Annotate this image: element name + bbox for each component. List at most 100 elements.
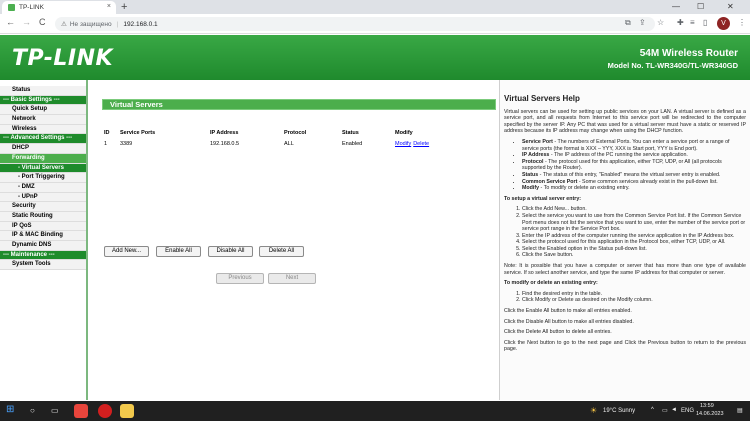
new-tab-button[interactable]: + <box>121 0 127 14</box>
delete-link[interactable]: Delete <box>413 141 429 147</box>
reading-list-icon[interactable]: ≡ <box>690 18 695 27</box>
tray-chevron-icon[interactable]: ^ <box>651 407 654 413</box>
add-new-button[interactable]: Add New... <box>104 246 149 257</box>
help-title: Virtual Servers Help <box>504 94 580 103</box>
translate-icon[interactable]: ⧉ <box>625 18 631 28</box>
clock-date[interactable]: 14.06.2023 <box>696 411 724 417</box>
cell-service-ports: 3389 <box>120 141 133 147</box>
help-modify-steps: Find the desired entry in the table. Cli… <box>504 291 746 304</box>
tplink-logo: TP-LINK <box>12 46 114 71</box>
warning-icon: ⚠ <box>61 21 67 28</box>
address-bar[interactable]: ⚠ Не защищено | 192.168.0.1 <box>55 17 655 31</box>
sidebar-item-dynamic-dns[interactable]: Dynamic DNS <box>0 241 86 251</box>
tplink-favicon-icon <box>8 4 15 11</box>
help-modify-title: To modify or delete an existing entry: <box>504 280 598 287</box>
share-icon[interactable]: ⇪ <box>639 18 646 27</box>
profile-avatar[interactable]: V <box>717 17 730 30</box>
cell-ip-address: 192.168.0.5 <box>210 141 240 147</box>
sidebar-item-static-routing[interactable]: Static Routing <box>0 211 86 222</box>
sidebar-item-upnp[interactable]: - UPnP <box>0 192 86 203</box>
tab-close-icon[interactable]: × <box>107 3 111 10</box>
reload-button[interactable]: C <box>39 17 46 27</box>
not-secure-label: Не защищено <box>69 20 112 28</box>
help-intro: Virtual servers can be used for setting … <box>504 108 746 135</box>
windows-taskbar: ⊞ ○ ▭ ☀ 19°C Sunny ^ ▭ ◄ ENG 13:59 14.06… <box>0 401 750 421</box>
notification-icon[interactable]: ▤ <box>737 407 743 414</box>
help-def-item: Protocol - The protocol used for this ap… <box>522 159 746 172</box>
weather-sun-icon: ☀ <box>590 406 598 415</box>
network-icon[interactable]: ▭ <box>662 407 668 414</box>
help-def-item: Service Port - The numbers of External P… <box>522 139 746 152</box>
bookmark-star-icon[interactable]: ☆ <box>657 18 664 27</box>
column-header-service-ports: Service Ports <box>120 130 156 136</box>
table-row: 1 3389 192.168.0.5 ALL Enabled Modify Del… <box>104 138 455 150</box>
cell-protocol: ALL <box>284 141 294 147</box>
minimize-button[interactable]: — <box>672 0 680 14</box>
windows-start-icon[interactable]: ⊞ <box>6 404 14 415</box>
cell-modify: Modify Delete <box>395 138 455 150</box>
sidebar: Status --- Basic Settings --- Quick Setu… <box>0 80 88 400</box>
browser-toolbar: ← → C ⚠ Не защищено | 192.168.0.1 ⧉ ⇪ ☆ … <box>0 14 750 34</box>
file-explorer-taskbar-icon[interactable] <box>120 404 134 418</box>
weather-text[interactable]: 19°C Sunny <box>603 408 635 414</box>
column-header-protocol: Protocol <box>284 130 307 136</box>
menu-kebab-icon[interactable]: ⋮ <box>738 18 746 27</box>
task-view-icon[interactable]: ▭ <box>51 406 59 415</box>
cell-status: Enabled <box>342 141 363 147</box>
sidebar-item-dhcp[interactable]: DHCP <box>0 144 86 154</box>
sidebar-item-dmz[interactable]: - DMZ <box>0 182 86 193</box>
sidebar-item-wireless[interactable]: Wireless <box>0 124 86 135</box>
sidebar-item-status[interactable]: Status <box>0 86 86 96</box>
help-enable-all: Click the Enable All button to make all … <box>504 308 632 315</box>
help-delete-all: Click the Delete All button to delete al… <box>504 329 612 336</box>
url-text: 192.168.0.1 <box>123 20 158 28</box>
help-step: Select the service you want to use from … <box>522 213 746 233</box>
screen: TP-LINK × + — ☐ ✕ ← → C ⚠ Не защищено | … <box>0 0 750 421</box>
help-step: Select the protocol used for this applic… <box>522 239 746 246</box>
previous-button[interactable]: Previous <box>216 273 264 284</box>
help-note: Note: It is possible that you have a com… <box>504 263 746 276</box>
sidebar-item-security[interactable]: Security <box>0 202 86 212</box>
router-header: TP-LINK 54M Wireless Router Model No. TL… <box>0 35 750 80</box>
sidebar-item-ip-qos[interactable]: IP QoS <box>0 221 86 232</box>
sidebar-item-network[interactable]: Network <box>0 115 86 125</box>
maximize-button[interactable]: ☐ <box>697 0 704 14</box>
clock-time[interactable]: 13:59 <box>700 403 714 409</box>
forward-button[interactable]: → <box>22 17 31 27</box>
sidebar-item-ip-mac-binding[interactable]: IP & MAC Binding <box>0 231 86 241</box>
page-title: Virtual Servers <box>102 99 496 110</box>
volume-icon[interactable]: ◄ <box>671 407 677 413</box>
sidebar-item-forwarding[interactable]: Forwarding <box>0 153 86 164</box>
help-step: Select the Enabled option in the Status … <box>522 246 746 253</box>
opera-taskbar-icon[interactable] <box>98 404 112 418</box>
search-icon[interactable]: ○ <box>30 406 35 415</box>
main-panel: Virtual Servers ID Service Ports IP Addr… <box>92 80 497 400</box>
browser-tab[interactable]: TP-LINK × <box>2 1 116 14</box>
sidebar-item-virtual-servers[interactable]: - Virtual Servers <box>0 163 86 174</box>
next-button[interactable]: Next <box>268 273 316 284</box>
disable-all-button[interactable]: Disable All <box>208 246 253 257</box>
help-setup-steps: Click the Add New... button. Select the … <box>504 206 746 259</box>
close-window-button[interactable]: ✕ <box>727 0 734 14</box>
sidebar-item-system-tools[interactable]: System Tools <box>0 260 86 271</box>
help-next: Click the Next button to go to the next … <box>504 339 746 353</box>
sidebar-item-port-triggering[interactable]: - Port Triggering <box>0 173 86 183</box>
side-panel-icon[interactable]: ▯ <box>703 18 707 27</box>
column-header-id: ID <box>104 130 110 136</box>
column-header-status: Status <box>342 130 359 136</box>
virtual-servers-table: ID Service Ports IP Address Protocol Sta… <box>104 128 455 150</box>
browser-tabstrip: TP-LINK × + — ☐ ✕ <box>0 0 750 14</box>
delete-all-button[interactable]: Delete All <box>259 246 304 257</box>
sidebar-item-quick-setup[interactable]: Quick Setup <box>0 105 86 116</box>
extensions-icon[interactable]: ✚ <box>677 18 684 27</box>
modify-link[interactable]: Modify <box>395 141 411 147</box>
back-button[interactable]: ← <box>6 17 15 27</box>
chrome-taskbar-icon[interactable] <box>74 404 88 418</box>
sidebar-group-advanced-settings: --- Advanced Settings --- <box>0 134 86 145</box>
language-indicator[interactable]: ENG <box>681 408 694 414</box>
cell-id: 1 <box>104 141 108 147</box>
sidebar-group-basic-settings: --- Basic Settings --- <box>0 95 86 106</box>
help-setup-title: To setup a virtual server entry: <box>504 195 582 202</box>
help-def-item: Status - The status of this entry, "Enab… <box>522 172 746 179</box>
enable-all-button[interactable]: Enable All <box>156 246 201 257</box>
